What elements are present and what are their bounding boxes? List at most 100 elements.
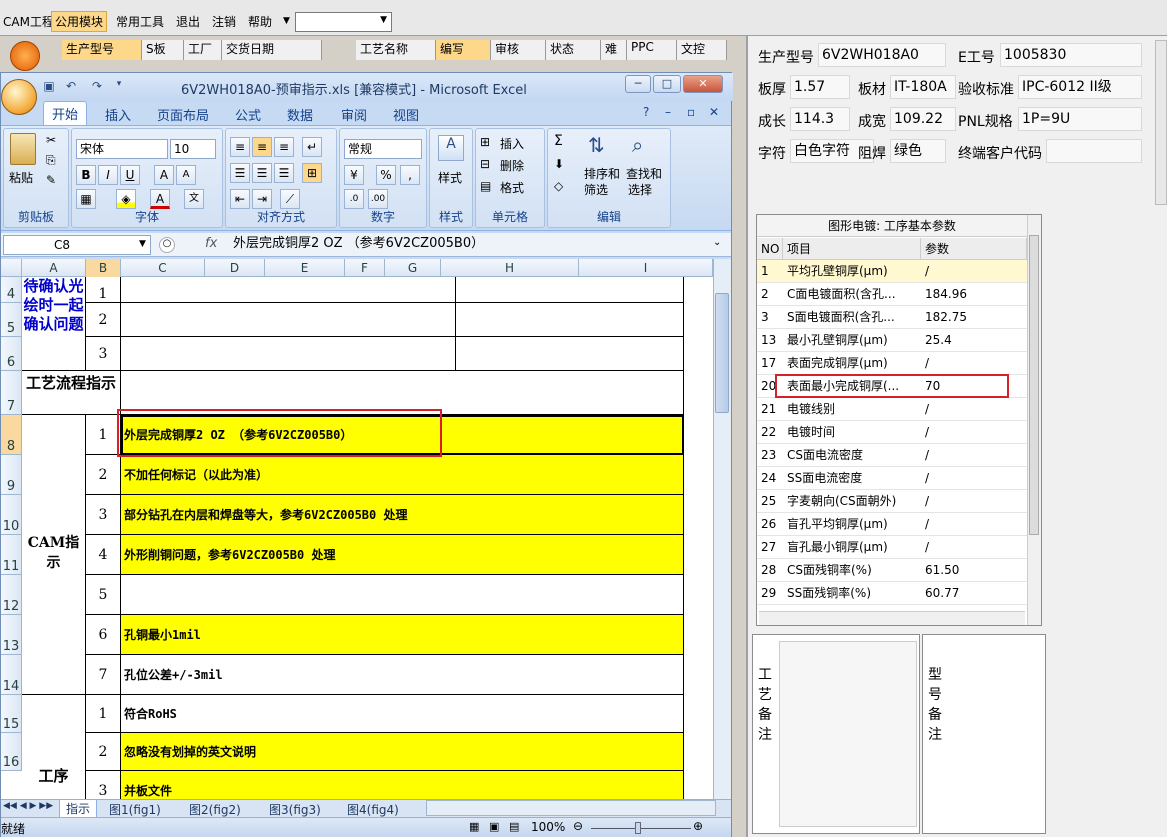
process-memo-field[interactable] [779,641,917,827]
percent-icon[interactable]: % [376,165,396,185]
select-label[interactable]: 选择 [628,181,652,198]
menu-common-tools[interactable]: 常用工具 [113,12,167,31]
param-row[interactable]: 2 C面电镀面积(含孔... 184.96 [757,283,1027,306]
cam-item-text[interactable]: 外形削铜问题，参考6V2CZ005B0 处理 [121,535,684,575]
name-box[interactable]: C8 [3,235,151,255]
view-normal-icon[interactable]: ▦ [469,820,479,833]
increase-indent-icon[interactable]: ⇥ [252,189,272,209]
close-button[interactable]: ✕ [683,75,723,93]
cam-item-text[interactable]: 孔铜最小1mil [121,615,684,655]
row-header[interactable]: 6 [1,337,22,371]
tab-page-layout[interactable]: 页面布局 [157,105,209,124]
row-header[interactable]: 7 [1,371,22,415]
wrap-text-icon[interactable]: ↵ [302,137,322,157]
sheet-tab-3[interactable]: 图3(fig3) [269,801,321,818]
find-select-icon[interactable]: ⌕ [632,133,643,157]
param-row[interactable]: 23 CS面电流密度 / [757,444,1027,467]
column-header[interactable]: H [441,259,579,277]
format-painter-icon[interactable]: ✎ [46,173,56,187]
decrease-indent-icon[interactable]: ⇤ [230,189,250,209]
fill-color-icon[interactable]: ◈ [116,189,136,209]
info-value[interactable]: 1P=9U [1018,107,1142,131]
name-box-chevron-icon[interactable]: ▼ [139,239,146,249]
info-value[interactable]: IT-180A [890,75,956,99]
process-item-text[interactable]: 符合RoHS [121,695,684,733]
ribbon-restore-icon[interactable]: ▫ [687,105,695,119]
row-header[interactable]: 8 [1,415,22,455]
sheet-tab-4[interactable]: 图4(fig4) [347,801,399,818]
tab-view[interactable]: 视图 [393,105,419,124]
delete-cells-icon[interactable]: ⊟ [480,157,490,171]
row-header[interactable]: 9 [1,455,22,495]
row-header[interactable]: 13 [1,615,22,655]
format-cells-icon[interactable]: ▤ [480,179,491,193]
sheet-nav-icon[interactable]: ◀◀ ◀ ▶ ▶▶ [3,801,53,811]
number-format-combo[interactable]: 常规 [344,139,422,159]
grow-font-button[interactable]: A [154,165,174,185]
column-header[interactable]: C [121,259,205,277]
tab-formulas[interactable]: 公式 [235,105,261,124]
orientation-icon[interactable]: ⟋ [280,189,300,209]
app-combo[interactable]: ▼ [295,12,392,32]
menu-cam-project[interactable]: CAM工程 [0,12,57,31]
param-row[interactable]: 28 CS面残铜率(%) 61.50 [757,559,1027,582]
sort-filter-icon[interactable]: ⇅ [588,133,605,157]
row-header[interactable]: 14 [1,655,22,695]
confirm-cell[interactable] [121,337,456,371]
row-header[interactable]: 16 [1,733,22,771]
info-value[interactable]: IPC-6012 II级 [1018,75,1142,99]
menu-dropdown-icon[interactable]: ▼ [280,15,293,27]
redo-icon[interactable]: ↷ [89,79,105,95]
confirm-cell-2[interactable] [456,337,684,371]
column-header[interactable]: I [579,259,713,277]
formula-expand-icon[interactable]: ○ [159,237,175,253]
param-vscroll-thumb[interactable] [1029,235,1039,535]
row-header[interactable]: 11 [1,535,22,575]
align-middle-icon[interactable]: ≡ [252,137,272,157]
param-row[interactable]: 27 盲孔最小铜厚(μm) / [757,536,1027,559]
param-hscroll[interactable] [759,611,1025,625]
minimize-button[interactable]: ─ [625,75,651,93]
column-header[interactable]: F [345,259,385,277]
column-header[interactable]: E [265,259,345,277]
shrink-font-button[interactable]: A [176,165,196,185]
bold-button[interactable]: B [76,165,96,185]
insert-cells-icon[interactable]: ⊞ [480,135,490,149]
formula-expand-chevron-icon[interactable]: ⌄ [713,237,721,248]
select-all-corner[interactable] [1,259,22,277]
confirm-cell[interactable] [121,277,456,303]
phonetic-icon[interactable]: 文 [184,189,204,209]
param-row[interactable]: 25 字麦朝向(CS面朝外) / [757,490,1027,513]
cam-item-text[interactable]: 部分钻孔在内层和焊盘等大，参考6V2CZ005B0 处理 [121,495,684,535]
info-value[interactable]: 109.22 [890,107,956,131]
info-value[interactable]: 6V2WH018A0 [818,43,946,67]
tab-review[interactable]: 审阅 [341,105,367,124]
autosum-button[interactable]: Σ [554,133,563,149]
worksheet-grid[interactable]: 4 5 6 7 8 9 10 11 12 13 14 15 16 待确认光绘时一起确认问题 1 2 3 工艺流程指… [1,277,713,799]
find-label[interactable]: 查找和 [626,165,662,182]
tab-home[interactable]: 开始 [43,101,88,125]
underline-button[interactable]: U [120,165,140,185]
styles-button[interactable]: 样式 [438,169,462,186]
row-header[interactable]: 10 [1,495,22,535]
insert-cells-button[interactable]: 插入 [500,135,524,152]
info-value[interactable] [1046,139,1142,163]
paste-icon[interactable] [10,133,36,165]
row-header[interactable]: 5 [1,303,22,337]
comma-icon[interactable]: , [400,165,420,185]
vertical-scroll-thumb[interactable] [715,293,729,413]
row-header[interactable]: 12 [1,575,22,615]
param-row[interactable]: 29 SS面残铜率(%) 60.77 [757,582,1027,605]
info-value[interactable]: 1005830 [1000,43,1142,67]
process-item-text[interactable]: 忽略没有划掉的英文说明 [121,733,684,771]
column-header[interactable]: G [385,259,441,277]
confirm-cell-2[interactable] [456,303,684,337]
param-row[interactable]: 21 电镀线别 / [757,398,1027,421]
param-row[interactable]: 24 SS面电流密度 / [757,467,1027,490]
save-icon[interactable]: ▣ [41,79,57,95]
param-row[interactable]: 26 盲孔平均铜厚(μm) / [757,513,1027,536]
border-icon[interactable]: ▦ [76,189,96,209]
tab-insert[interactable]: 插入 [105,105,131,124]
zoom-out-icon[interactable]: ⊖ [573,819,583,833]
record-icon[interactable] [10,41,40,71]
